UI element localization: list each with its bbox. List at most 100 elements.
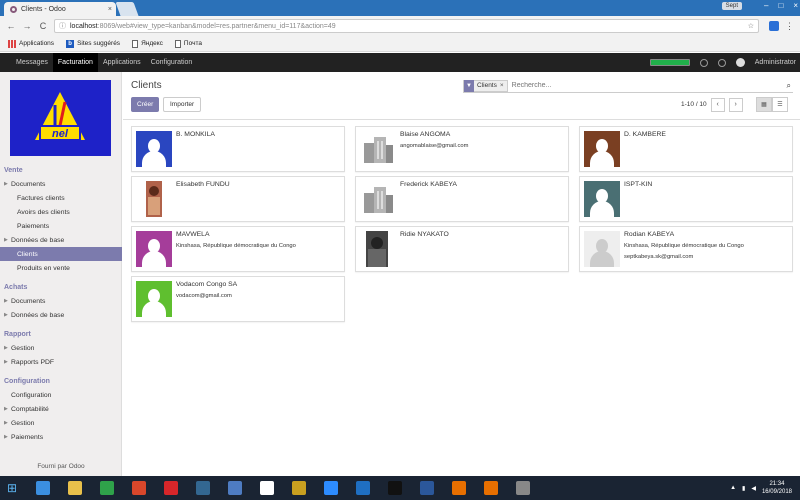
store-icon[interactable] (94, 478, 120, 498)
browser-tab[interactable]: Clients - Odoo × (4, 2, 116, 16)
company-logo[interactable]: nel (10, 80, 111, 156)
sidebar-item[interactable]: Produits en vente (0, 261, 122, 275)
bookmark-pochta[interactable]: Почта (174, 39, 202, 48)
avatar-placeholder-body (590, 151, 614, 167)
word-icon[interactable] (414, 478, 440, 498)
bookmark-yandex[interactable]: Яндекс (132, 39, 163, 48)
sidebar-item[interactable]: ▶ Données de base (0, 233, 122, 247)
kanban-card[interactable]: B. MONKILA (131, 126, 345, 172)
info-icon[interactable]: ⓘ (59, 21, 66, 31)
sidebar-item[interactable]: Clients (0, 247, 122, 261)
explorer-icon-glyph (68, 481, 82, 495)
other-icon[interactable] (510, 478, 536, 498)
minimize-icon[interactable]: – (764, 1, 768, 10)
progress-fill (650, 60, 689, 65)
pager-previous-icon[interactable]: ‹ (710, 97, 725, 112)
back-icon[interactable]: ← (6, 21, 16, 31)
pager-next-icon[interactable]: › (728, 97, 743, 112)
kanban-card[interactable]: Vodacom Congo SA vodacom@gmail.com (131, 276, 345, 322)
new-tab-button[interactable] (115, 2, 139, 16)
topnav-applications[interactable]: Applications (98, 53, 146, 72)
paint-icon[interactable] (286, 478, 312, 498)
topnav-messages[interactable]: Messages (0, 53, 53, 72)
kanban-card[interactable]: Frederick KABEYA (355, 176, 569, 222)
remote-icon[interactable] (350, 478, 376, 498)
tray-up-icon[interactable]: ▲ (730, 485, 736, 491)
kanban-view-icon[interactable]: ▦ (756, 97, 772, 112)
kanban-card[interactable]: Elisabeth FUNDU (131, 176, 345, 222)
kanban-card[interactable]: Rodian KABEYA Kinshasa, République démocr… (579, 226, 793, 272)
search-icon[interactable]: ⌕ (787, 81, 791, 91)
bookmark-star-icon[interactable]: ☆ (748, 22, 754, 30)
cursor-app-icon[interactable] (254, 478, 280, 498)
facet-remove-icon[interactable]: × (500, 82, 507, 89)
java-icon-glyph (452, 481, 466, 495)
bookmark-apps[interactable]: Applications (8, 39, 54, 48)
tab-close-icon[interactable]: × (108, 6, 112, 13)
browser-menu-icon[interactable]: ⋮ (785, 21, 794, 32)
close-window-icon[interactable]: × (793, 1, 798, 10)
sidebar-item[interactable]: Paiements (0, 219, 122, 233)
kanban-card[interactable]: ISPT-KIN (579, 176, 793, 222)
zoom-icon[interactable] (318, 478, 344, 498)
company-building-icon (364, 137, 393, 163)
avatar[interactable] (735, 58, 745, 67)
sidebar-item[interactable]: ▶ Gestion (0, 341, 122, 355)
sidebar-item[interactable]: ▶ Rapports PDF (0, 355, 122, 369)
kanban-card[interactable]: D. KAMBERE (579, 126, 793, 172)
bookmark-b-icon: b (66, 39, 75, 48)
search-facet[interactable]: ▼ Clients × (463, 79, 508, 92)
sidebar-item[interactable]: ▶ Gestion (0, 416, 122, 430)
partner-name: Vodacom Congo SA (176, 281, 238, 288)
pager-value[interactable]: 1-10 / 10 (681, 101, 707, 108)
user-name[interactable]: Administrator (755, 59, 796, 66)
bookmark-suggested[interactable]: b Sites suggérés (66, 39, 120, 48)
kanban-card[interactable]: Ridie NYAKATO (355, 226, 569, 272)
powered-by[interactable]: Fourni par Odoo (0, 463, 122, 470)
forward-icon[interactable]: → (22, 21, 32, 31)
java-icon[interactable] (446, 478, 472, 498)
partner-photo (360, 231, 396, 267)
sidebar-item[interactable]: Avoirs des clients (0, 205, 122, 219)
terminal-icon[interactable] (382, 478, 408, 498)
chat-icon[interactable] (717, 58, 726, 67)
sidebar-item[interactable]: ▶ Paiements (0, 430, 122, 444)
word-icon-glyph (420, 481, 434, 495)
sidebar-item[interactable]: ▶ Documents (0, 294, 122, 308)
help-icon[interactable] (699, 58, 708, 67)
extension-icon[interactable] (769, 21, 779, 31)
list-view-icon[interactable]: ☰ (772, 97, 788, 112)
topnav-facturation[interactable]: Facturation (52, 53, 98, 72)
reload-icon[interactable]: C (38, 21, 48, 31)
document-icon (174, 39, 181, 48)
java2-icon[interactable] (478, 478, 504, 498)
partner-image (136, 231, 172, 267)
windows-start-icon[interactable]: ⊞ (0, 476, 24, 500)
sidebar-item[interactable]: ▶ Documents (0, 177, 122, 191)
search-input[interactable] (511, 82, 783, 89)
sidebar-item-label: Configuration (11, 391, 52, 399)
explorer-icon[interactable] (62, 478, 88, 498)
postgres-icon[interactable] (190, 478, 216, 498)
virtualbox-icon[interactable] (222, 478, 248, 498)
window-user-badge[interactable]: Sept (721, 2, 742, 10)
volume-icon[interactable]: ◀ (751, 485, 756, 492)
import-button[interactable]: Importer (163, 97, 202, 112)
sidebar-item[interactable]: Factures clients (0, 191, 122, 205)
sidebar-item[interactable]: Configuration (0, 388, 122, 402)
ie-icon[interactable] (30, 478, 56, 498)
url-field[interactable]: ⓘ localhost:8069/web#view_type=kanban&mo… (54, 19, 759, 33)
opera-icon[interactable] (158, 478, 184, 498)
planner-progress[interactable] (649, 59, 690, 66)
network-icon[interactable]: ▮ (742, 485, 745, 492)
sidebar-item[interactable]: ▶ Données de base (0, 308, 122, 322)
create-button[interactable]: Créer (131, 97, 160, 112)
sidebar-item[interactable]: ▶ Comptabilité (0, 402, 122, 416)
maximize-icon[interactable]: □ (778, 1, 783, 10)
chrome-icon[interactable] (126, 478, 152, 498)
topnav-configuration[interactable]: Configuration (146, 53, 198, 72)
partner-photo (136, 181, 172, 217)
clock[interactable]: 21:34 16/09/2018 (762, 480, 792, 496)
kanban-card[interactable]: MAVWELA Kinshasa, République démocratique… (131, 226, 345, 272)
kanban-card[interactable]: Blaise ANGOMA angomablaise@gmail.com (355, 126, 569, 172)
